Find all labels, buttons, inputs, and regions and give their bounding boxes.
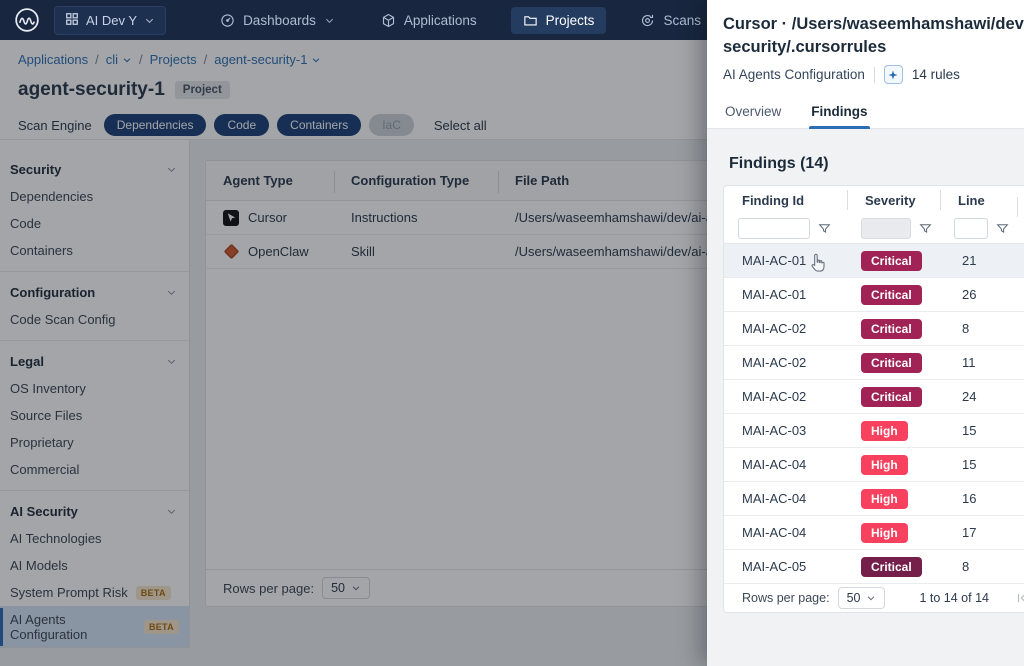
findings-table-header: Finding Id Severity Line	[724, 186, 1024, 214]
finding-id: MAI-AC-05	[724, 559, 847, 574]
first-page-icon[interactable]	[1015, 591, 1024, 605]
chevron-down-icon	[866, 593, 876, 603]
line-number: 8	[940, 559, 1017, 574]
rows-per-page-label: Rows per page:	[742, 591, 830, 605]
scan-icon	[640, 13, 655, 28]
tab-findings[interactable]: Findings	[809, 96, 869, 128]
finding-id: MAI-AC-04	[724, 525, 847, 540]
chevron-down-icon	[324, 15, 335, 26]
nav-item-applications[interactable]: Applications	[369, 7, 489, 34]
line-number: 11	[940, 355, 1017, 370]
severity-badge: High	[861, 421, 908, 441]
finding-row[interactable]: MAI-AC-03 High 15	[724, 414, 1024, 448]
nav-item-scans[interactable]: Scans	[628, 7, 713, 34]
line-number: 15	[940, 457, 1017, 472]
filter-icon[interactable]	[818, 222, 831, 235]
tab-overview[interactable]: Overview	[723, 96, 783, 128]
folder-icon	[523, 13, 538, 28]
findings-table-body: MAI-AC-01Critical21MAI-AC-01Critical26MA…	[724, 244, 1024, 584]
panel-tabs: Overview Findings	[707, 96, 1024, 129]
finding-row[interactable]: MAI-AC-01 Critical 26	[724, 278, 1024, 312]
nav-label: Projects	[546, 13, 595, 28]
severity-badge: Critical	[861, 557, 922, 577]
divider	[874, 67, 875, 83]
line-number: 8	[940, 321, 1017, 336]
finding-id: MAI-AC-02	[724, 355, 847, 370]
nav-item-dashboards[interactable]: Dashboards	[208, 7, 347, 34]
cube-icon	[381, 13, 396, 28]
pagination-range: 1 to 14 of 14	[919, 591, 989, 605]
filter-icon[interactable]	[996, 222, 1009, 235]
line-number: 21	[940, 253, 1017, 268]
panel-title-line-2: security/.cursorrules	[723, 36, 1024, 59]
nav-item-projects[interactable]: Projects	[511, 7, 607, 34]
panel-body: Findings (14) Finding Id Severity Line	[707, 129, 1024, 666]
finding-id: MAI-AC-02	[724, 389, 847, 404]
severity-badge: Critical	[861, 353, 922, 373]
finding-id: MAI-AC-03	[724, 423, 847, 438]
severity-badge: High	[861, 523, 908, 543]
severity-badge: Critical	[861, 387, 922, 407]
finding-id: MAI-AC-04	[724, 491, 847, 506]
nav-label: Scans	[663, 13, 701, 28]
rows-per-page-select[interactable]: 50	[838, 587, 886, 609]
grid-icon	[65, 12, 79, 29]
findings-pagination: Rows per page: 50 1 to 14 of 14	[724, 584, 1024, 612]
column-header-line[interactable]: Line	[940, 193, 1017, 208]
findings-heading: Findings (14)	[729, 155, 1024, 173]
severity-filter-input[interactable]	[861, 218, 911, 239]
findings-table-card: Finding Id Severity Line	[723, 185, 1024, 613]
nav-label: Applications	[404, 13, 477, 28]
line-number: 15	[940, 423, 1017, 438]
nav-label: Dashboards	[243, 13, 316, 28]
finding-row[interactable]: MAI-AC-02 Critical 24	[724, 380, 1024, 414]
finding-row[interactable]: MAI-AC-02 Critical 11	[724, 346, 1024, 380]
severity-badge: High	[861, 455, 908, 475]
ai-scan-icon	[884, 65, 903, 84]
app-root: AI Dev Y Dashboards Applications Project…	[0, 0, 1024, 666]
finding-row[interactable]: MAI-AC-01 Critical 21	[724, 244, 1024, 278]
rules-count: 14 rules	[912, 67, 960, 82]
line-number: 24	[940, 389, 1017, 404]
panel-subtitle: AI Agents Configuration	[723, 67, 865, 82]
finding-id: MAI-AC-01	[724, 287, 847, 302]
workspace-label: AI Dev Y	[86, 13, 137, 28]
filter-icon[interactable]	[919, 222, 932, 235]
panel-title-line-1: Cursor · /Users/waseemhamshawi/dev/ai-ag…	[723, 13, 1024, 36]
finding-id: MAI-AC-04	[724, 457, 847, 472]
workspace-switcher[interactable]: AI Dev Y	[54, 6, 166, 35]
findings-filter-row	[724, 214, 1024, 244]
severity-badge: Critical	[861, 251, 922, 271]
line-filter-input[interactable]	[954, 218, 988, 239]
severity-badge: Critical	[861, 319, 922, 339]
column-header-finding-id[interactable]: Finding Id	[724, 193, 847, 208]
severity-badge: Critical	[861, 285, 922, 305]
column-header-severity[interactable]: Severity	[847, 193, 940, 208]
line-number: 17	[940, 525, 1017, 540]
mend-logo-icon[interactable]	[14, 7, 40, 33]
gauge-icon	[220, 13, 235, 28]
finding-row[interactable]: MAI-AC-02 Critical 8	[724, 312, 1024, 346]
finding-row[interactable]: MAI-AC-04 High 17	[724, 516, 1024, 550]
chevron-down-icon	[144, 15, 155, 26]
line-number: 26	[940, 287, 1017, 302]
finding-row[interactable]: MAI-AC-05 Critical 8	[724, 550, 1024, 584]
finding-id: MAI-AC-01	[724, 253, 847, 268]
finding-details-panel: Cursor · /Users/waseemhamshawi/dev/ai-ag…	[707, 0, 1024, 666]
line-number: 16	[940, 491, 1017, 506]
finding-id-filter-input[interactable]	[738, 218, 810, 239]
finding-row[interactable]: MAI-AC-04 High 16	[724, 482, 1024, 516]
severity-badge: High	[861, 489, 908, 509]
finding-row[interactable]: MAI-AC-04 High 15	[724, 448, 1024, 482]
finding-id: MAI-AC-02	[724, 321, 847, 336]
